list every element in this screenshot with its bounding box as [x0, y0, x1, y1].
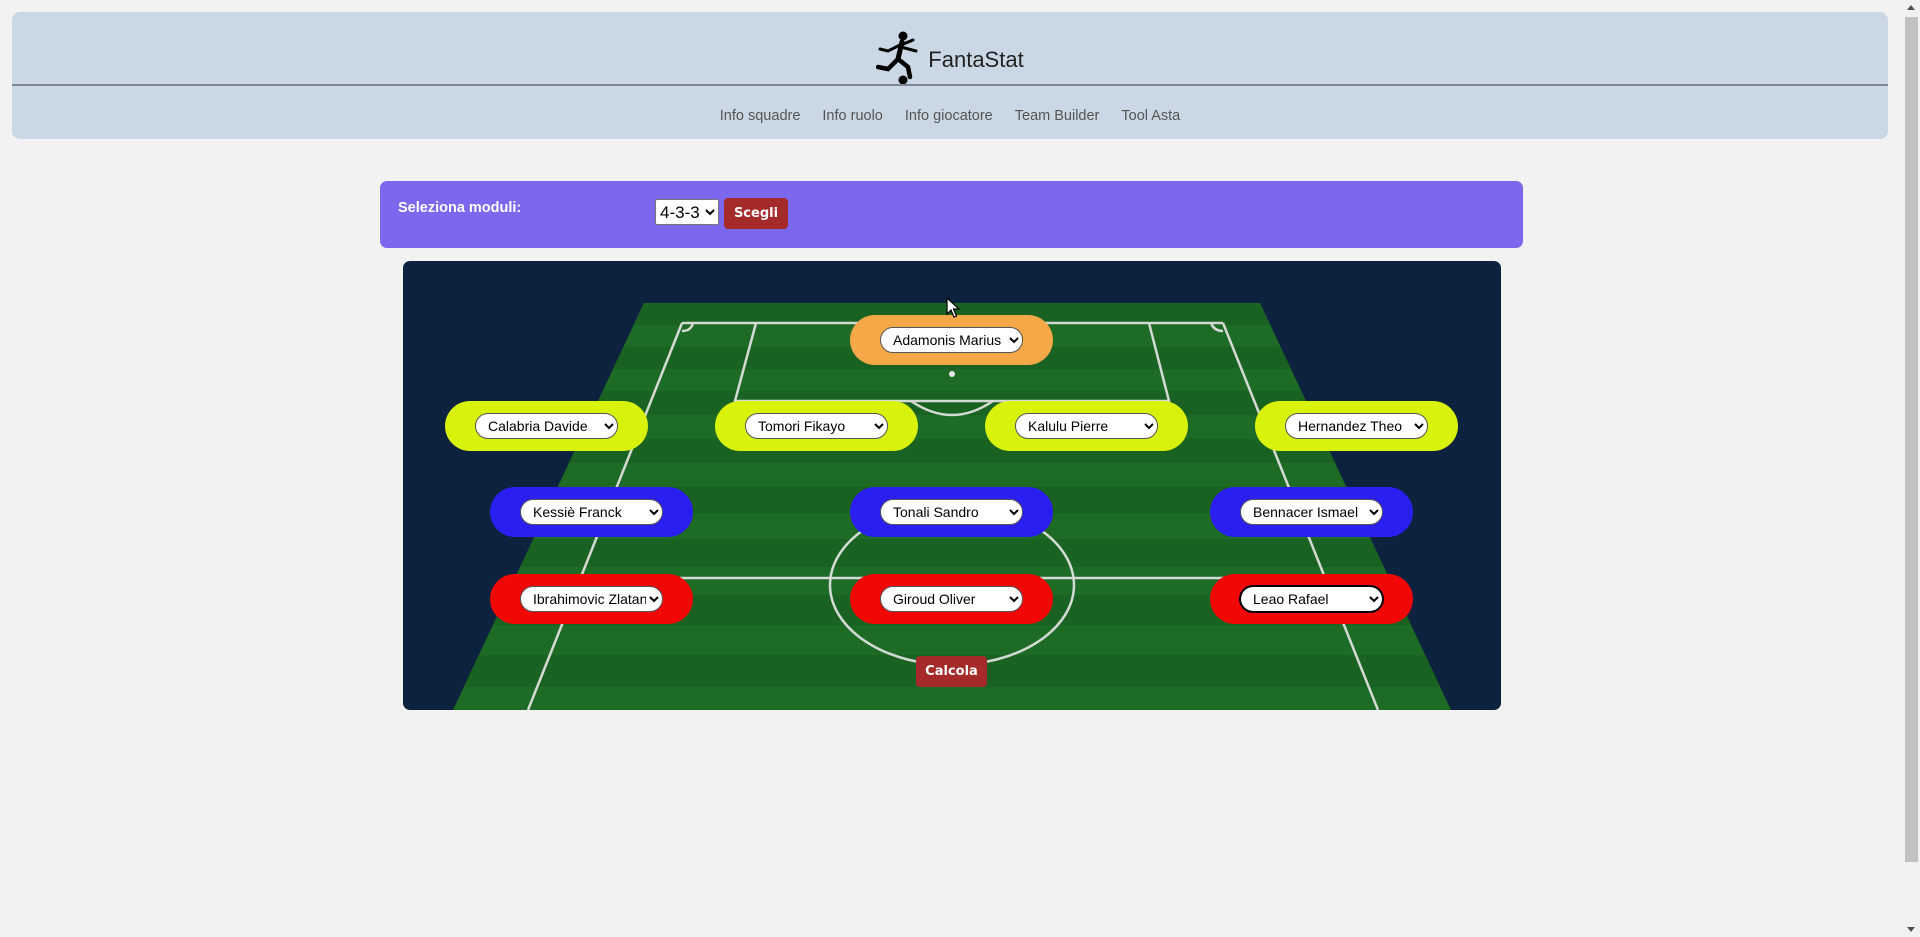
- player-select-midfielder-3[interactable]: Bennacer Ismael: [1240, 499, 1383, 525]
- brand[interactable]: FantaStat: [12, 31, 1888, 90]
- mouse-cursor-icon: [946, 296, 961, 324]
- football-pitch: Adamonis Marius Calabria Davide Tomori F…: [403, 261, 1501, 710]
- soccer-player-icon: [876, 31, 922, 90]
- player-select-defender-4[interactable]: Hernandez Theo: [1285, 413, 1428, 439]
- player-slot-forward: Ibrahimovic Zlatan: [490, 574, 693, 624]
- player-slot-forward: Leao Rafael: [1210, 574, 1413, 624]
- scroll-up-arrow-icon[interactable]: [1907, 5, 1915, 10]
- player-select-forward-1[interactable]: Ibrahimovic Zlatan: [520, 586, 663, 612]
- player-slot-midfielder: Tonali Sandro: [850, 487, 1053, 537]
- scroll-down-arrow-icon[interactable]: [1907, 927, 1915, 932]
- module-label: Seleziona moduli:: [398, 200, 522, 216]
- nav-info-squadre[interactable]: Info squadre: [720, 108, 801, 124]
- player-select-midfielder-1[interactable]: Kessiè Franck: [520, 499, 663, 525]
- header-divider: [12, 84, 1888, 86]
- player-select-defender-2[interactable]: Tomori Fikayo: [745, 413, 888, 439]
- player-select-midfielder-2[interactable]: Tonali Sandro: [880, 499, 1023, 525]
- module-select[interactable]: 4-3-3: [655, 199, 719, 225]
- nav-tool-asta[interactable]: Tool Asta: [1121, 108, 1180, 124]
- main-nav: Info squadre Info ruolo Info giocatore T…: [12, 108, 1888, 124]
- player-slot-defender: Calabria Davide: [445, 401, 648, 451]
- player-select-forward-3[interactable]: Leao Rafael: [1239, 585, 1384, 613]
- player-slot-midfielder: Bennacer Ismael: [1210, 487, 1413, 537]
- site-header: FantaStat Info squadre Info ruolo Info g…: [12, 12, 1888, 139]
- player-select-forward-2[interactable]: Giroud Oliver: [880, 586, 1023, 612]
- player-select-defender-3[interactable]: Kalulu Pierre: [1015, 413, 1158, 439]
- player-slot-defender: Tomori Fikayo: [715, 401, 918, 451]
- player-select-goalkeeper[interactable]: Adamonis Marius: [880, 327, 1023, 353]
- module-selector-bar: Seleziona moduli: 4-3-3 Scegli: [380, 181, 1523, 248]
- brand-name: FantaStat: [928, 47, 1024, 72]
- player-slot-defender: Hernandez Theo: [1255, 401, 1458, 451]
- player-slot-midfielder: Kessiè Franck: [490, 487, 693, 537]
- vertical-scrollbar[interactable]: [1903, 0, 1920, 937]
- nav-info-ruolo[interactable]: Info ruolo: [822, 108, 882, 124]
- scegli-button[interactable]: Scegli: [724, 198, 788, 229]
- scroll-thumb[interactable]: [1905, 17, 1918, 862]
- player-select-defender-1[interactable]: Calabria Davide: [475, 413, 618, 439]
- calcola-button[interactable]: Calcola: [916, 656, 987, 687]
- nav-team-builder[interactable]: Team Builder: [1015, 108, 1100, 124]
- player-slot-defender: Kalulu Pierre: [985, 401, 1188, 451]
- player-slot-forward: Giroud Oliver: [850, 574, 1053, 624]
- nav-info-giocatore[interactable]: Info giocatore: [905, 108, 993, 124]
